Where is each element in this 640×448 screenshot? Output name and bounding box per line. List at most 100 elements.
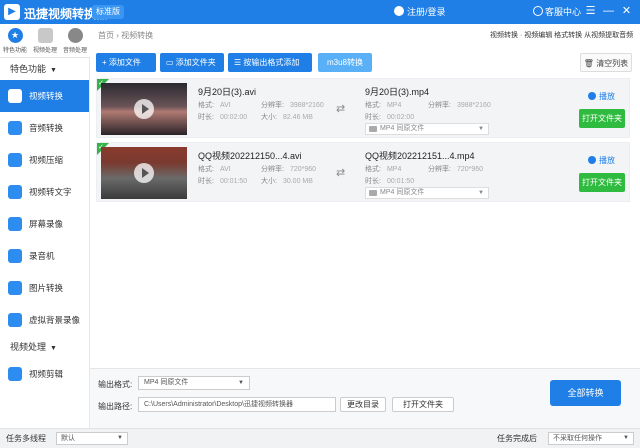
target-resolution-meta: 分辨率: 720*960 bbox=[428, 166, 484, 173]
add-folder-button[interactable]: ▭ 添加文件夹 bbox=[160, 53, 224, 72]
headset-icon bbox=[533, 6, 543, 16]
play-icon[interactable] bbox=[134, 99, 154, 119]
video-icon bbox=[369, 190, 377, 196]
sidebar-item-label: 虚拟背景录像 bbox=[29, 315, 81, 325]
sidebar-item-screen-record[interactable]: 屏幕录像 bbox=[0, 208, 89, 240]
chevron-down-icon: ▼ bbox=[117, 435, 123, 441]
target-duration-meta: 时长: 00:02:00 bbox=[365, 114, 415, 121]
nav-video-label: 视频处理 bbox=[32, 48, 57, 54]
preset-label: MP4 同原文件 bbox=[380, 125, 425, 132]
sidebar-section-featured[interactable]: 特色功能 ▼ bbox=[0, 58, 89, 80]
nav-video-processing[interactable]: 视频处理 bbox=[31, 28, 59, 54]
sidebar-item-label: 视频转文字 bbox=[29, 187, 72, 197]
m3u8-convert-button[interactable]: m3u8转换 bbox=[318, 53, 372, 72]
after-task-label: 任务完成后 bbox=[497, 434, 537, 443]
chevron-down-icon: ▼ bbox=[478, 190, 484, 196]
image-convert-icon bbox=[8, 281, 22, 295]
trash-icon: 🗑 bbox=[583, 59, 594, 68]
open-folder-button[interactable]: 打开文件夹 bbox=[579, 109, 625, 128]
minimize-icon[interactable]: — bbox=[603, 3, 614, 19]
target-filename: QQ视频202212151...4.mp4 bbox=[365, 151, 475, 161]
output-preset-select[interactable]: MP4 同原文件 ▼ bbox=[365, 123, 489, 135]
add-file-button[interactable]: + 添加文件 bbox=[96, 53, 156, 72]
chevron-down-icon: ▼ bbox=[238, 380, 244, 386]
sidebar-item-video-compress[interactable]: 视频压缩 bbox=[0, 144, 89, 176]
breadcrumb-home[interactable]: 首页 bbox=[98, 31, 114, 40]
output-format-value: MP4 同原文件 bbox=[144, 379, 189, 386]
sidebar-item-label: 音频转换 bbox=[29, 123, 64, 133]
top-links[interactable]: 视频转换 · 视频编辑 格式转换 从视频提取音频 bbox=[490, 30, 633, 40]
caret-down-icon: ▼ bbox=[50, 67, 57, 74]
sidebar-item-label: 屏幕录像 bbox=[29, 219, 64, 229]
play-circle-icon bbox=[588, 92, 596, 100]
section-title: 视频处理 bbox=[10, 342, 47, 352]
play-circle-icon bbox=[588, 156, 596, 164]
open-folder-button[interactable]: 打开文件夹 bbox=[579, 173, 625, 192]
status-bar: 任务多线程 默认 ▼ 任务完成后 不采取任何操作 ▼ bbox=[0, 428, 640, 448]
add-folder-label: 添加文件夹 bbox=[175, 58, 216, 67]
recorder-icon bbox=[8, 249, 22, 263]
output-preset-select[interactable]: MP4 同原文件 ▼ bbox=[365, 187, 489, 199]
caret-down-icon: ▼ bbox=[50, 345, 57, 352]
sidebar-item-label: 视频剪辑 bbox=[29, 369, 64, 379]
clear-list-button[interactable]: 🗑 清空列表 bbox=[580, 53, 632, 72]
video-convert-icon bbox=[8, 89, 22, 103]
nav-featured[interactable]: ★ 特色功能 bbox=[1, 28, 29, 54]
category-nav: ★ 特色功能 视频处理 音频处理 bbox=[0, 24, 90, 58]
convert-all-button[interactable]: 全部转换 bbox=[550, 380, 621, 406]
sidebar-item-image-convert[interactable]: 图片转换 bbox=[0, 272, 89, 304]
file-row: ✓ 9月20日(3).avi 格式:AVI 分辨率:3988*2160 时长:0… bbox=[96, 78, 630, 138]
support-label: 客服中心 bbox=[545, 7, 582, 17]
source-resolution-meta: 分辨率: 720*960 bbox=[261, 166, 317, 173]
support-button[interactable]: 客服中心 bbox=[533, 5, 581, 18]
sidebar-section-video[interactable]: 视频处理 ▼ bbox=[0, 336, 89, 358]
menu-icon[interactable]: ☰ bbox=[585, 3, 596, 19]
play-label: 播放 bbox=[599, 92, 615, 101]
star-icon: ★ bbox=[7, 28, 23, 43]
sidebar-item-video-edit[interactable]: 视频剪辑 bbox=[0, 358, 89, 390]
output-format-select[interactable]: MP4 同原文件 ▼ bbox=[138, 376, 250, 390]
edition-badge: 标准版 bbox=[92, 5, 124, 19]
output-panel: 输出格式: MP4 同原文件 ▼ 输出路径: C:\Users\Administr… bbox=[90, 368, 640, 428]
chevron-down-icon: ▼ bbox=[478, 126, 484, 132]
after-task-select[interactable]: 不采取任何操作 ▼ bbox=[548, 432, 634, 445]
sidebar-item-recorder[interactable]: 录音机 bbox=[0, 240, 89, 272]
output-path-label: 输出路径: bbox=[98, 402, 133, 411]
source-duration-meta: 时长: 00:01:50 bbox=[198, 178, 248, 185]
multithread-label: 任务多线程 bbox=[6, 434, 46, 443]
after-task-value: 不采取任何操作 bbox=[553, 435, 602, 442]
sidebar-item-video-convert[interactable]: 视频转换 bbox=[0, 80, 89, 112]
app-logo-icon: ▶ bbox=[4, 4, 20, 20]
multithread-value: 默认 bbox=[61, 435, 75, 442]
file-list: ✓ 9月20日(3).avi 格式:AVI 分辨率:3988*2160 时长:0… bbox=[96, 78, 630, 368]
nav-audio-processing[interactable]: 音频处理 bbox=[61, 28, 89, 54]
file-row: ✓ QQ视频202212150...4.avi 格式:AVI 分辨率:720*9… bbox=[96, 142, 630, 202]
audio-icon bbox=[67, 28, 83, 43]
nav-featured-label: 特色功能 bbox=[2, 48, 27, 54]
play-link[interactable]: 播放 bbox=[588, 91, 615, 102]
play-link[interactable]: 播放 bbox=[588, 155, 615, 166]
sidebar-item-label: 视频转换 bbox=[29, 91, 64, 101]
sidebar-item-virtual-bg[interactable]: 虚拟背景录像 bbox=[0, 304, 89, 336]
sidebar-item-label: 视频压缩 bbox=[29, 155, 64, 165]
close-icon[interactable]: ✕ bbox=[621, 3, 632, 19]
film-icon bbox=[37, 28, 53, 43]
change-directory-button[interactable]: 更改目录 bbox=[340, 397, 386, 412]
video-thumbnail[interactable] bbox=[101, 147, 187, 199]
multithread-select[interactable]: 默认 ▼ bbox=[56, 432, 128, 445]
user-icon bbox=[394, 6, 404, 16]
open-output-folder-button[interactable]: 打开文件夹 bbox=[392, 397, 454, 412]
title-bar: ▶ 迅捷视频转换器 标准版 注册/登录 客服中心 ☰ — ✕ bbox=[0, 0, 640, 24]
output-path-field[interactable]: C:\Users\Administrator\Desktop\迅捷视频转换器 bbox=[138, 397, 336, 412]
login-button[interactable]: 注册/登录 bbox=[394, 5, 446, 18]
breadcrumb: 首页 › 视频转换 bbox=[98, 31, 154, 40]
sidebar-item-audio-convert[interactable]: 音频转换 bbox=[0, 112, 89, 144]
target-duration-meta: 时长: 00:01:50 bbox=[365, 178, 415, 185]
target-resolution-meta: 分辨率: 3988*2160 bbox=[428, 102, 491, 109]
add-by-format-button[interactable]: ☰ 按输出格式添加 bbox=[228, 53, 312, 72]
play-icon[interactable] bbox=[134, 163, 154, 183]
sidebar: 特色功能 ▼ 视频转换 音频转换 视频压缩 视频转文字 屏幕录像 录音机 图片转换… bbox=[0, 58, 90, 428]
sidebar-item-video-to-text[interactable]: 视频转文字 bbox=[0, 176, 89, 208]
nav-audio-label: 音频处理 bbox=[62, 48, 87, 54]
video-thumbnail[interactable] bbox=[101, 83, 187, 135]
